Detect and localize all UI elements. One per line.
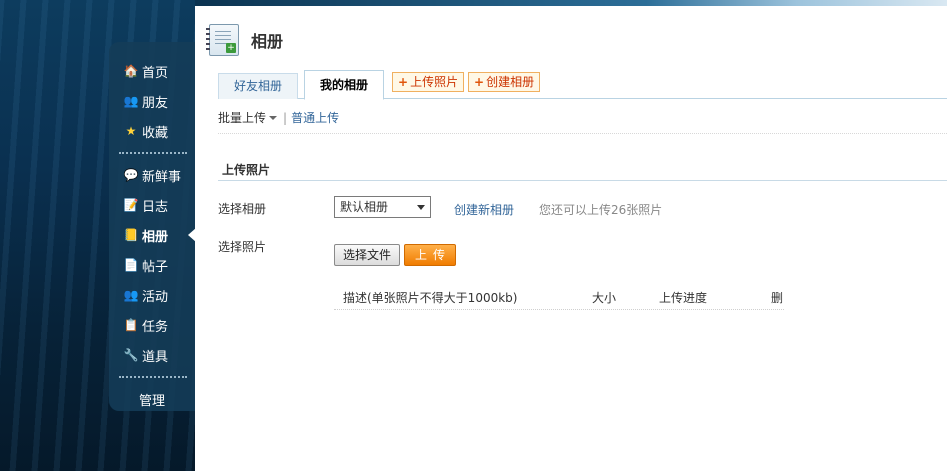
sidebar-item-label: 任务 (142, 319, 169, 335)
sidebar-divider (119, 152, 187, 154)
sidebar-item-news[interactable]: 💬 新鲜事 (109, 160, 195, 190)
plus-icon: + (398, 75, 409, 89)
document-icon: 📄 (123, 258, 139, 272)
upload-table-header: 描述(单张照片不得大于1000kb) 大小 上传进度 删 (334, 283, 784, 310)
speech-bubble-icon: 💬 (123, 168, 139, 182)
upload-button[interactable]: 上传 (404, 244, 456, 266)
sidebar-item-friends[interactable]: 👥 朋友 (109, 86, 195, 116)
sidebar-item-posts[interactable]: 📄 帖子 (109, 250, 195, 280)
column-header-progress: 上传进度 (659, 291, 708, 305)
upload-mode-nav: 批量上传 | 普通上传 (218, 109, 339, 126)
photo-album-icon: + (206, 24, 239, 56)
create-album-label: 创建相册 (486, 75, 535, 89)
sidebar-item-label: 相册 (142, 229, 169, 245)
divider (218, 133, 947, 134)
choose-file-button[interactable]: 选择文件 (334, 244, 400, 266)
section-title: 上传照片 (222, 163, 271, 177)
album-select-value: 默认相册 (340, 200, 389, 214)
task-icon: 📋 (123, 318, 139, 332)
star-icon: ★ (125, 124, 137, 138)
sidebar-divider (119, 376, 187, 378)
tab-my-albums[interactable]: 我的相册 (304, 70, 384, 100)
chevron-down-icon (269, 115, 278, 120)
sidebar-item-label: 帖子 (142, 259, 169, 275)
sidebar-item-label: 活动 (142, 289, 169, 305)
upload-photos-button[interactable]: + 上传照片 (392, 72, 465, 92)
batch-upload-label: 批量上传 (218, 111, 267, 125)
sidebar-item-label: 道具 (142, 349, 169, 365)
create-album-button[interactable]: + 创建相册 (468, 72, 541, 92)
sidebar-item-manage[interactable]: 管理 (109, 384, 195, 414)
tab-bar: 好友相册 我的相册 + 上传照片 + 创建相册 (218, 70, 947, 100)
main-panel: + 相册 好友相册 我的相册 + 上传照片 + 创建相册 批量上传 | 普通上传 上传照… (195, 6, 947, 471)
sidebar-item-blog[interactable]: 📝 日志 (109, 190, 195, 220)
friends-icon: 👥 (123, 94, 139, 108)
create-new-album-link[interactable]: 创建新相册 (454, 201, 514, 218)
album-select[interactable]: 默认相册 (334, 196, 431, 218)
sidebar-item-activity[interactable]: 👥 活动 (109, 280, 195, 310)
select-photo-label: 选择照片 (218, 240, 267, 254)
sidebar-item-tasks[interactable]: 📋 任务 (109, 310, 195, 340)
sidebar-item-home[interactable]: 🏠 首页 (109, 56, 195, 86)
column-header-delete: 删 (771, 291, 784, 305)
sidebar-item-favorites[interactable]: ★ 收藏 (109, 116, 195, 146)
home-icon: 🏠 (123, 64, 139, 78)
upload-quota-hint: 您还可以上传26张照片 (539, 203, 663, 217)
activity-icon: 👥 (123, 288, 139, 302)
album-icon: 📒 (123, 228, 139, 242)
sidebar: 🏠 首页 👥 朋友 ★ 收藏 💬 新鲜事 📝 日志 📒 相册 📄 帖子 👥 活动… (109, 42, 196, 414)
divider (218, 180, 947, 181)
column-header-size: 大小 (592, 291, 617, 305)
blog-icon: 📝 (123, 198, 139, 212)
tab-friends-albums[interactable]: 好友相册 (218, 73, 298, 99)
plus-icon: + (474, 75, 485, 89)
sidebar-item-label: 日志 (142, 199, 169, 215)
dropdown-arrow-icon (417, 205, 425, 210)
batch-upload-link[interactable]: 批量上传 (218, 111, 283, 125)
sidebar-manage-label: 管理 (138, 393, 165, 409)
separator: | (283, 111, 288, 125)
sidebar-item-label: 收藏 (142, 125, 169, 141)
sidebar-item-album[interactable]: 📒 相册 (109, 220, 196, 250)
tool-icon: 🔧 (123, 348, 139, 362)
column-header-description: 描述(单张照片不得大于1000kb) (343, 291, 518, 305)
upload-photos-label: 上传照片 (410, 75, 459, 89)
normal-upload-link[interactable]: 普通上传 (291, 111, 339, 125)
select-album-label: 选择相册 (218, 202, 267, 216)
sidebar-item-label: 新鲜事 (142, 169, 182, 185)
page-header: + 相册 (206, 24, 284, 56)
page-title: 相册 (251, 32, 284, 51)
sidebar-item-label: 朋友 (142, 95, 169, 111)
sidebar-item-tools[interactable]: 🔧 道具 (109, 340, 195, 370)
sidebar-item-label: 首页 (142, 65, 169, 81)
